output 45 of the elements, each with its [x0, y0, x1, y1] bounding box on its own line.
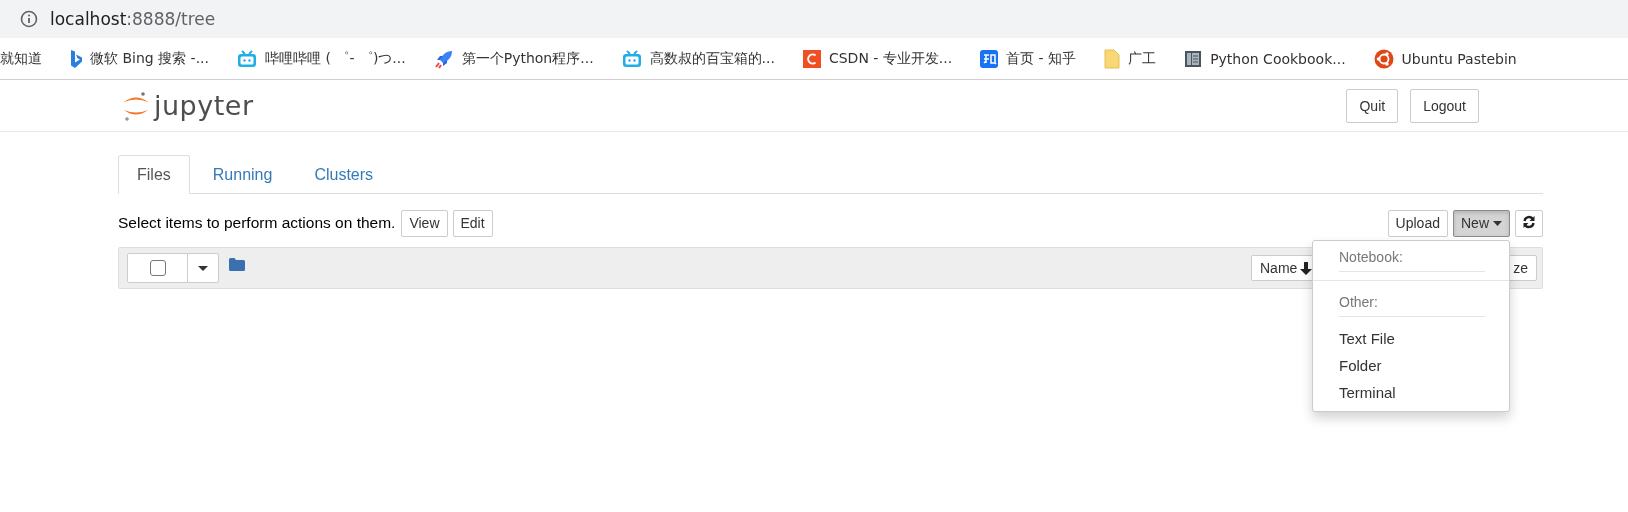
tv-icon: [621, 49, 642, 68]
jupyter-logo-icon: [122, 89, 150, 122]
instruction-text: Select items to perform actions on them.: [118, 214, 396, 232]
c-logo-icon: [802, 49, 821, 68]
menu-item[interactable]: Terminal: [1313, 379, 1509, 406]
tab[interactable]: Running: [193, 155, 292, 194]
bookmark-link[interactable]: 广工: [1128, 49, 1157, 68]
bookmark-link[interactable]: 微软 Bing 搜索 -...: [90, 49, 209, 68]
menu-item[interactable]: Folder: [1313, 352, 1509, 379]
header-button[interactable]: Logout: [1410, 88, 1479, 123]
tab[interactable]: Clusters: [295, 155, 393, 194]
address-field[interactable]: localhost:8888/tree: [50, 9, 216, 29]
select-dropdown-group[interactable]: [127, 253, 219, 283]
bookmark-link[interactable]: Python Cookbook...: [1210, 50, 1346, 67]
tv-icon: [237, 49, 257, 68]
action-button[interactable]: Edit: [452, 209, 493, 237]
folder-icon[interactable]: [229, 257, 245, 271]
zhi-logo-icon: [980, 49, 999, 68]
bookmark-link[interactable]: CSDN - 专业开发...: [828, 49, 953, 68]
down-arrow-icon: [1300, 261, 1313, 275]
book-icon: [1184, 49, 1203, 68]
bookmark-link[interactable]: Ubuntu Pastebin: [1401, 50, 1517, 67]
upload-button[interactable]: Upload: [1387, 209, 1448, 237]
ubuntu-logo-icon: [1373, 48, 1394, 69]
bookmark-link[interactable]: 哔哩哔哩 ( ゜- ゜)つ...: [265, 49, 406, 68]
info-icon[interactable]: [20, 10, 38, 28]
menu-section-header: Other:: [1338, 293, 1379, 310]
bookmark-link[interactable]: 第一个Python程序...: [461, 49, 594, 68]
caret-icon: [198, 265, 208, 271]
action-button[interactable]: View: [401, 209, 448, 237]
bookmark-link[interactable]: 高数叔的百宝箱的...: [649, 49, 775, 68]
folder-icon: [1104, 48, 1121, 69]
rocket-icon: [433, 48, 454, 69]
refresh-icon: [1522, 214, 1536, 229]
header-button[interactable]: Quit: [1346, 88, 1399, 123]
bookmark-link[interactable]: 首页 - 知乎: [1006, 49, 1077, 68]
menu-item[interactable]: Text File: [1313, 325, 1509, 352]
bookmark-link[interactable]: 就知道: [0, 49, 42, 68]
jupyter-logo[interactable]: jupyter: [154, 90, 254, 121]
menu-section-header: Notebook:: [1338, 248, 1404, 265]
b-logo-icon: [70, 49, 82, 68]
caret-icon: [1493, 220, 1502, 226]
tab[interactable]: Files: [118, 155, 190, 194]
new-button[interactable]: New: [1453, 209, 1510, 237]
refresh-button[interactable]: [1515, 209, 1543, 237]
